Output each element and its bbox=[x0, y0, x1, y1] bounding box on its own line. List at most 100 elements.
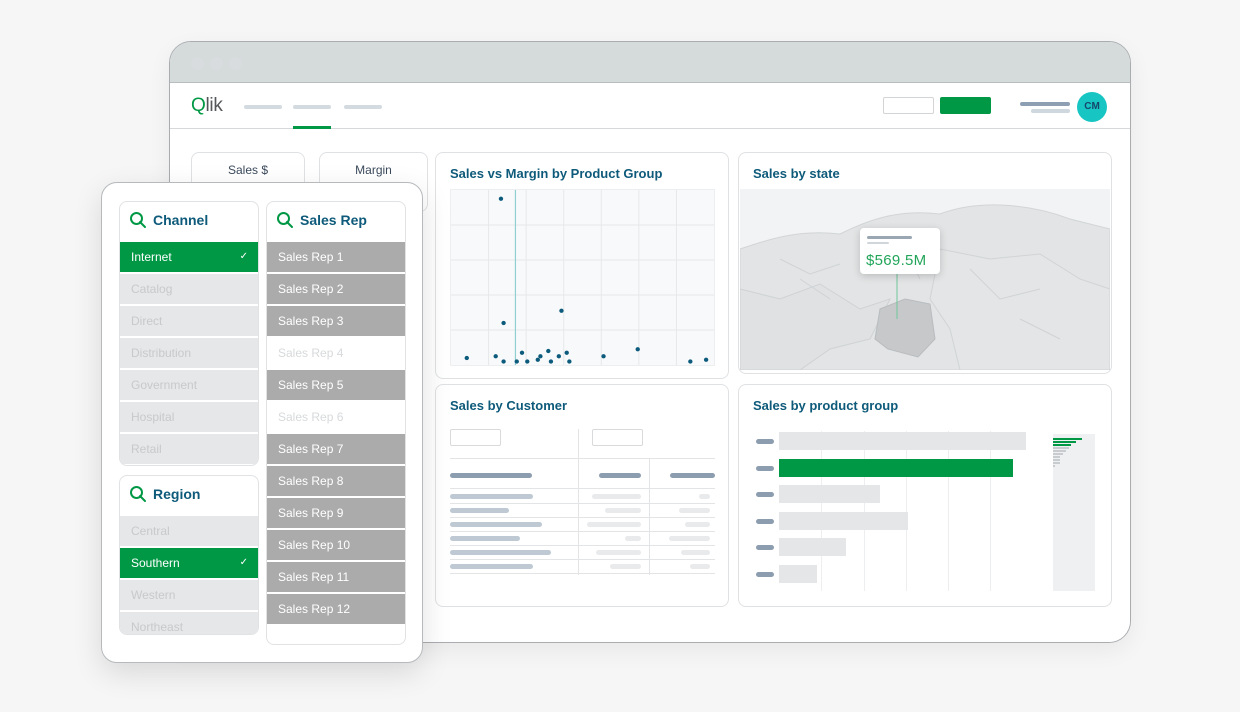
column-search-input[interactable] bbox=[592, 429, 643, 446]
listbox-item-label: Distribution bbox=[131, 346, 192, 360]
listbox-item-label: Direct bbox=[131, 314, 163, 328]
listbox-item[interactable]: Sales Rep 5 bbox=[267, 370, 405, 400]
row-divider bbox=[450, 488, 715, 489]
listbox-item[interactable]: Government bbox=[120, 370, 258, 400]
table-cell-customer bbox=[450, 494, 533, 499]
customer-table-card[interactable]: Sales by Customer bbox=[435, 384, 729, 607]
scatter-point bbox=[538, 354, 543, 359]
scatter-point bbox=[464, 355, 469, 361]
map-shapes bbox=[739, 204, 1111, 371]
table-cell-value bbox=[679, 508, 710, 513]
listbox-item-label: Central bbox=[131, 524, 170, 538]
bar[interactable] bbox=[779, 511, 908, 530]
table-cell-value bbox=[587, 522, 641, 527]
table-cell-value bbox=[681, 550, 710, 555]
nav-tab-3[interactable] bbox=[344, 105, 382, 109]
bar-category-label bbox=[756, 465, 774, 471]
bar[interactable] bbox=[779, 485, 880, 503]
customer-table-title: Sales by Customer bbox=[450, 398, 568, 413]
qlik-logo[interactable]: Qlik bbox=[191, 95, 223, 117]
nav-tab-1[interactable] bbox=[244, 105, 282, 109]
listbox-item[interactable]: Sales Rep 6 bbox=[267, 402, 405, 432]
minimap-bar bbox=[1053, 447, 1069, 449]
listbox-item[interactable]: Hospital bbox=[120, 402, 258, 432]
listbox-item-label: Sales Rep 8 bbox=[278, 474, 344, 488]
listbox-item-label: Sales Rep 5 bbox=[278, 378, 344, 392]
minimap-bar bbox=[1053, 441, 1076, 443]
search-icon[interactable] bbox=[276, 211, 294, 229]
window-maximize-dot[interactable] bbox=[229, 57, 242, 70]
scatter-point bbox=[564, 350, 569, 355]
listbox-item[interactable]: Sales Rep 4 bbox=[267, 338, 405, 368]
listbox-item[interactable]: Sales Rep 10 bbox=[267, 530, 405, 560]
minimap-bar bbox=[1053, 453, 1064, 455]
listbox-channel-items: Internet ✓ Catalog Direct Distribution Govern… bbox=[120, 242, 258, 464]
nav-tab-2[interactable] bbox=[293, 105, 331, 109]
bar-chart-minimap-scrollbar[interactable] bbox=[1053, 434, 1095, 591]
scatter-point bbox=[688, 359, 693, 364]
search-icon[interactable] bbox=[129, 485, 147, 503]
listbox-item[interactable]: Sales Rep 2 bbox=[267, 274, 405, 304]
map-tooltip: $569.5M bbox=[860, 228, 940, 274]
bar[interactable] bbox=[779, 432, 1026, 450]
listbox-sales-rep[interactable]: Sales Rep Sales Rep 1 Sales Rep 2 Sales Re… bbox=[266, 201, 406, 645]
bar[interactable] bbox=[779, 458, 1013, 477]
row-divider bbox=[450, 559, 715, 560]
scatter-plot[interactable] bbox=[450, 189, 715, 366]
listbox-region-items: Central Southern ✓ Western Northeast bbox=[120, 516, 258, 634]
map-area[interactable]: $569.5M bbox=[739, 189, 1111, 371]
row-divider bbox=[450, 573, 715, 574]
scatter-chart-card[interactable]: Sales vs Margin by Product Group bbox=[435, 152, 729, 379]
listbox-item[interactable]: Direct bbox=[120, 306, 258, 336]
listbox-item[interactable]: Southern ✓ bbox=[120, 548, 258, 578]
listbox-item[interactable]: Northeast bbox=[120, 612, 258, 634]
listbox-item[interactable]: Sales Rep 9 bbox=[267, 498, 405, 528]
listbox-region-header[interactable]: Region bbox=[120, 476, 258, 516]
secondary-button[interactable] bbox=[883, 97, 934, 114]
bar-category-label bbox=[756, 545, 774, 550]
table-cell-customer bbox=[450, 522, 542, 527]
listbox-item[interactable]: Retail bbox=[120, 434, 258, 464]
window-close-dot[interactable] bbox=[191, 57, 204, 70]
column-divider bbox=[578, 429, 579, 575]
window-minimize-dot[interactable] bbox=[210, 57, 223, 70]
listbox-item[interactable]: Catalog bbox=[120, 274, 258, 304]
tooltip-subtitle-placeholder bbox=[867, 242, 889, 244]
user-avatar[interactable]: CM bbox=[1077, 92, 1107, 122]
listbox-sales-rep-header[interactable]: Sales Rep bbox=[267, 202, 405, 242]
listbox-item[interactable]: Sales Rep 11 bbox=[267, 562, 405, 592]
listbox-item-label: Sales Rep 12 bbox=[278, 602, 351, 616]
listbox-channel[interactable]: Channel Internet ✓ Catalog Direct Distributi… bbox=[119, 201, 259, 466]
row-divider bbox=[450, 503, 715, 504]
bar[interactable] bbox=[779, 538, 846, 556]
listbox-item[interactable]: Sales Rep 7 bbox=[267, 434, 405, 464]
product-group-bar-card[interactable]: Sales by product group bbox=[738, 384, 1112, 607]
map-card[interactable]: Sales by state $569.5M bbox=[738, 152, 1112, 374]
bar[interactable] bbox=[779, 564, 817, 583]
listbox-sales-rep-title: Sales Rep bbox=[300, 212, 367, 228]
bar-category-label bbox=[756, 492, 774, 497]
table-cell-value bbox=[699, 494, 710, 499]
column-search-input[interactable] bbox=[450, 429, 501, 446]
listbox-item[interactable]: Sales Rep 3 bbox=[267, 306, 405, 336]
bar-grid-line bbox=[948, 431, 949, 591]
listbox-item[interactable]: Central bbox=[120, 516, 258, 546]
listbox-item-label: Sales Rep 1 bbox=[278, 250, 344, 264]
scatter-chart-title: Sales vs Margin by Product Group bbox=[450, 166, 663, 181]
scatter-point bbox=[703, 357, 709, 362]
minimap-bar bbox=[1053, 459, 1060, 461]
listbox-item[interactable]: Sales Rep 12 bbox=[267, 594, 405, 624]
scatter-point bbox=[601, 354, 606, 359]
scatter-point bbox=[546, 348, 551, 354]
listbox-item[interactable]: Internet ✓ bbox=[120, 242, 258, 272]
listbox-region[interactable]: Region Central Southern ✓ Western Northeast bbox=[119, 475, 259, 635]
primary-button[interactable] bbox=[940, 97, 991, 114]
listbox-channel-header[interactable]: Channel bbox=[120, 202, 258, 242]
search-icon[interactable] bbox=[129, 211, 147, 229]
bar-grid-line bbox=[990, 431, 991, 591]
listbox-item[interactable]: Distribution bbox=[120, 338, 258, 368]
listbox-item[interactable]: Sales Rep 1 bbox=[267, 242, 405, 272]
listbox-item[interactable]: Western bbox=[120, 580, 258, 610]
listbox-item[interactable]: Sales Rep 8 bbox=[267, 466, 405, 496]
active-tab-indicator bbox=[293, 126, 331, 129]
